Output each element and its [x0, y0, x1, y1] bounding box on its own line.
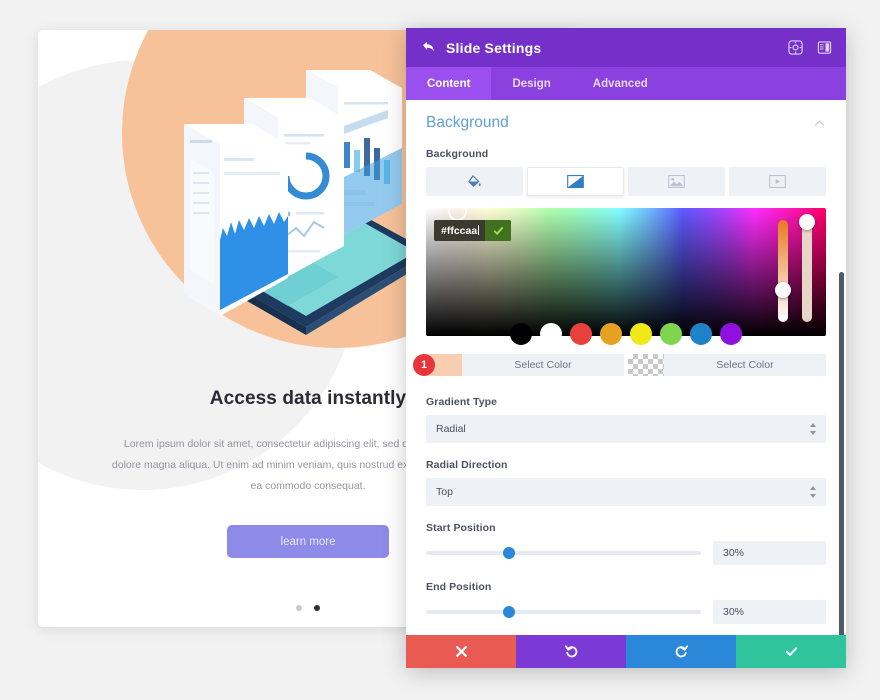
learn-more-button[interactable]: learn more [227, 525, 389, 558]
redo-icon [675, 645, 688, 658]
section-title: Background [426, 114, 509, 131]
swatch-green[interactable] [660, 323, 682, 345]
tab-content[interactable]: Content [406, 67, 492, 100]
swatch-red[interactable] [570, 323, 592, 345]
swatch-white[interactable] [540, 323, 562, 345]
swatch-yellow[interactable] [630, 323, 652, 345]
swatch-orange[interactable] [600, 323, 622, 345]
start-position-label: Start Position [426, 522, 496, 534]
settings-scroll-area: Background Background #ffccaa 1 Select C… [406, 100, 846, 635]
color-picker: #ffccaa [426, 208, 826, 345]
panel-header: Slide Settings [406, 28, 846, 67]
target-icon[interactable] [788, 40, 803, 55]
hue-slider[interactable] [775, 220, 791, 322]
tab-design[interactable]: Design [491, 67, 571, 100]
select-arrows-icon [810, 423, 816, 435]
paint-bucket-icon [468, 174, 481, 188]
gradient-color-stops: 1 Select Color Select Color [413, 354, 826, 376]
background-label: Background [426, 148, 489, 160]
hex-confirm-button[interactable] [485, 220, 512, 241]
x-icon [455, 646, 467, 657]
panel-scrollbar[interactable] [839, 272, 844, 635]
redo-button[interactable] [626, 635, 736, 668]
start-position-slider[interactable] [426, 547, 701, 559]
end-position-slider[interactable] [426, 606, 701, 618]
select-arrows-icon [810, 486, 816, 498]
bg-type-video[interactable] [729, 167, 826, 196]
tab-advanced[interactable]: Advanced [572, 67, 669, 100]
stop-badge: 1 [413, 354, 435, 376]
chevron-up-icon[interactable] [813, 117, 826, 130]
end-position-handle[interactable] [503, 606, 515, 618]
alpha-slider-handle[interactable] [799, 214, 815, 230]
hex-input-group: #ffccaa [434, 220, 512, 241]
color-picker-saturation-field[interactable]: #ffccaa [426, 208, 826, 336]
panel-footer [406, 635, 846, 668]
layout-panel-icon[interactable] [817, 40, 832, 55]
swatch-purple[interactable] [720, 323, 742, 345]
back-arrow-icon[interactable] [420, 40, 436, 56]
stop-2-label[interactable]: Select Color [664, 359, 826, 371]
end-position-row: 30% [426, 600, 826, 624]
slide-settings-panel: Slide Settings Content Design Advanced B… [406, 28, 846, 668]
bg-type-color[interactable] [426, 167, 523, 196]
radial-direction-label: Radial Direction [426, 459, 508, 471]
close-button[interactable] [406, 635, 516, 668]
radial-direction-wrapper: Top [426, 478, 826, 506]
gradient-type-wrapper: Radial [426, 415, 826, 443]
check-icon [785, 647, 797, 656]
background-type-tabs [426, 167, 826, 196]
gradient-stop-1[interactable]: Select Color [426, 354, 624, 376]
bg-type-image[interactable] [628, 167, 725, 196]
color-swatches [426, 323, 826, 345]
video-icon [769, 175, 786, 188]
panel-body: Background Background #ffccaa 1 Select C… [406, 100, 846, 635]
start-position-value[interactable]: 30% [713, 541, 826, 565]
end-position-label: End Position [426, 581, 492, 593]
end-position-value[interactable]: 30% [713, 600, 826, 624]
save-button[interactable] [736, 635, 846, 668]
start-position-handle[interactable] [503, 547, 515, 559]
swatch-black[interactable] [510, 323, 532, 345]
alpha-slider[interactable] [799, 214, 815, 322]
bg-type-gradient[interactable] [527, 167, 624, 196]
panel-title: Slide Settings [446, 39, 542, 56]
check-icon [493, 226, 504, 236]
start-position-row: 30% [426, 541, 826, 565]
stop-2-color-chip[interactable] [628, 354, 664, 376]
radial-direction-select[interactable]: Top [426, 478, 826, 506]
gradient-stop-2[interactable]: Select Color [628, 354, 826, 376]
gradient-type-label: Gradient Type [426, 396, 498, 408]
gradient-type-select[interactable]: Radial [426, 415, 826, 443]
pagination-dot-2[interactable] [314, 605, 321, 611]
pagination-dot-1[interactable] [295, 605, 302, 611]
panel-tabs: Content Design Advanced [406, 67, 846, 100]
undo-button[interactable] [516, 635, 626, 668]
image-icon [668, 175, 685, 188]
hue-slider-handle[interactable] [775, 282, 791, 298]
swatch-blue[interactable] [690, 323, 712, 345]
hex-input[interactable]: #ffccaa [434, 225, 485, 237]
background-section-header[interactable]: Background [426, 114, 826, 142]
gradient-icon [567, 175, 584, 188]
app-root: Access data instantly Lorem ipsum dolor … [0, 0, 880, 700]
undo-icon [564, 645, 577, 658]
stop-1-label[interactable]: Select Color [462, 359, 624, 371]
